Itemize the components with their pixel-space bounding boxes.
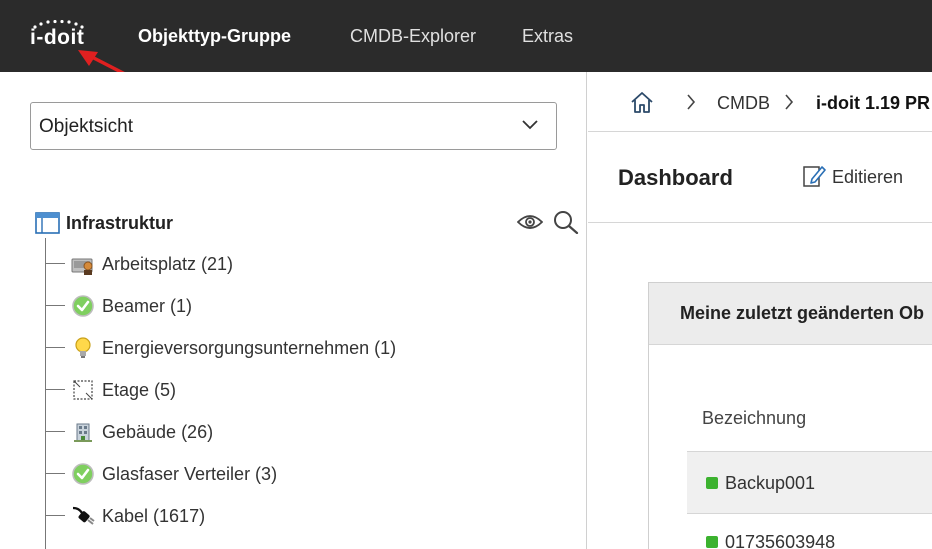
floor-icon bbox=[73, 380, 93, 400]
recently-changed-widget: Meine zuletzt geänderten Ob Bezeichnung … bbox=[648, 282, 932, 549]
edit-button[interactable]: Editieren bbox=[802, 163, 912, 191]
tree-root-infrastruktur[interactable]: Infrastruktur bbox=[35, 210, 579, 236]
column-header-bezeichnung[interactable]: Bezeichnung bbox=[702, 408, 806, 429]
tree-item-label: Etage (5) bbox=[102, 380, 177, 400]
widget-header: Meine zuletzt geänderten Ob bbox=[649, 283, 932, 345]
window-icon bbox=[35, 212, 60, 234]
view-select[interactable]: Objektsicht bbox=[30, 102, 557, 150]
tree-item-glasfaser-verteiler[interactable]: Glasfaser Verteiler (3) bbox=[45, 460, 545, 488]
check-circle-icon bbox=[72, 463, 94, 485]
tree-item-arbeitsplatz[interactable]: Arbeitsplatz (21) bbox=[45, 250, 545, 278]
tree-branch bbox=[45, 389, 65, 390]
object-tree-panel: Objektsicht Infrastruktur Arbeitsplatz (… bbox=[0, 72, 587, 549]
status-indicator bbox=[706, 536, 718, 548]
tree-item-beamer[interactable]: Beamer (1) bbox=[45, 292, 545, 320]
chevron-right-icon bbox=[687, 94, 696, 110]
tree-item-label: Beamer (1) bbox=[102, 296, 193, 316]
page-title: Dashboard bbox=[618, 165, 733, 190]
tree-item-label: Arbeitsplatz (21) bbox=[102, 254, 234, 274]
tree-branch bbox=[45, 431, 65, 432]
chevron-right-icon bbox=[785, 94, 794, 110]
chevron-down-icon bbox=[522, 120, 538, 130]
tree-item-label: Energieversorgungsunternehmen (1) bbox=[102, 338, 397, 358]
breadcrumb-current: i-doit 1.19 PR bbox=[816, 93, 931, 113]
tree-item-label: Glasfaser Verteiler (3) bbox=[102, 464, 278, 484]
dashboard-header: Dashboard Editieren bbox=[588, 133, 932, 223]
status-indicator bbox=[706, 477, 718, 489]
tree-branch bbox=[45, 305, 65, 306]
workplace-icon bbox=[71, 258, 93, 275]
table-row[interactable]: 01735603948 bbox=[687, 513, 932, 549]
nav-cmdb-explorer[interactable]: CMDB-Explorer bbox=[350, 26, 476, 47]
tree-item-kabel[interactable]: Kabel (1617) bbox=[45, 502, 545, 530]
tree-item-label: Kabel (1617) bbox=[102, 506, 206, 526]
tree-item-energieversorgungsunternehmen[interactable]: Energieversorgungsunternehmen (1) bbox=[45, 334, 545, 362]
nav-extras[interactable]: Extras bbox=[522, 26, 573, 47]
tree-item-etage[interactable]: Etage (5) bbox=[45, 376, 545, 404]
widget-title: Meine zuletzt geänderten Ob bbox=[680, 303, 925, 323]
tree-branch bbox=[45, 263, 65, 264]
edit-icon bbox=[803, 166, 826, 187]
breadcrumb-cmdb[interactable]: CMDB bbox=[717, 93, 770, 114]
search-icon[interactable] bbox=[553, 210, 579, 234]
main-content: CMDB i-doit 1.19 PR Dashboard Editieren … bbox=[588, 72, 932, 549]
tree-branch bbox=[45, 347, 65, 348]
tree-item-gebaeude[interactable]: Gebäude (26) bbox=[45, 418, 545, 446]
tree-branch bbox=[45, 473, 65, 474]
tree-root-label: Infrastruktur bbox=[66, 213, 174, 233]
row-name: Backup001 bbox=[725, 473, 816, 493]
tree-item-label: Gebäude (26) bbox=[102, 422, 214, 442]
lightbulb-icon bbox=[75, 337, 91, 358]
check-circle-icon bbox=[72, 295, 94, 317]
row-name: 01735603948 bbox=[725, 532, 836, 549]
breadcrumb: CMDB i-doit 1.19 PR bbox=[588, 72, 932, 132]
edit-label: Editieren bbox=[832, 167, 904, 187]
view-select-value: Objektsicht bbox=[39, 116, 133, 137]
building-icon bbox=[74, 423, 92, 442]
eye-icon[interactable] bbox=[517, 213, 543, 231]
tree-branch bbox=[45, 515, 65, 516]
table-row[interactable]: Backup001 bbox=[687, 451, 932, 513]
cable-icon bbox=[72, 506, 95, 525]
home-icon[interactable] bbox=[630, 90, 654, 114]
